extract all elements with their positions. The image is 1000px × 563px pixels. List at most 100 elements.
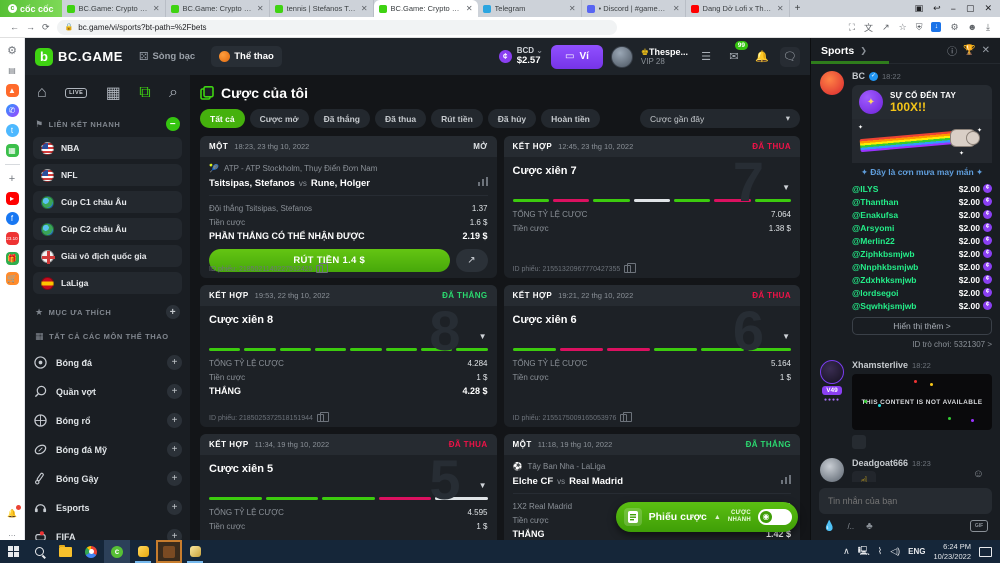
filter-pill[interactable]: Rút tiền <box>431 109 483 128</box>
match-row[interactable]: Elche CFvsReal Madrid <box>513 475 792 494</box>
bookmark-star-icon[interactable]: ☆ <box>899 22 907 33</box>
sidebar-quick-link[interactable]: Cúp C2 châu Âu <box>33 218 182 240</box>
translate-icon[interactable]: 文 <box>864 21 873 34</box>
browser-tab[interactable]: BC.Game: Crypto Casino✕ <box>62 0 166 17</box>
balance-selector[interactable]: ¢ BCD ⌄ $2.57 <box>499 47 543 66</box>
filter-pill[interactable]: Đã thắng <box>314 109 370 128</box>
microphone-icon[interactable]: ⌇ <box>878 546 882 557</box>
coccoc-taskbar-icon[interactable]: c <box>104 540 130 563</box>
sidebar-quick-link[interactable]: LaLiga <box>33 272 182 294</box>
browser-settings-gear-icon[interactable]: ⚙ <box>6 44 19 57</box>
copy-icon[interactable] <box>624 265 631 273</box>
lucky-clover-icon[interactable]: ♣ <box>866 521 873 532</box>
chrome-icon[interactable] <box>78 540 104 563</box>
expand-sport-button[interactable]: + <box>167 471 182 486</box>
match-stats-icon[interactable] <box>478 177 488 189</box>
chat-username[interactable]: BC <box>852 71 865 81</box>
tab-close-icon[interactable]: ✕ <box>569 4 576 13</box>
user-avatar[interactable] <box>820 360 844 384</box>
file-explorer-icon[interactable] <box>52 540 78 563</box>
back-button[interactable]: ← <box>10 22 19 32</box>
my-bets-icon[interactable]: ⧉ <box>139 84 150 102</box>
bet-card[interactable]: KẾT HỢP19:21, 22 thg 10, 2022ĐÃ THUACược… <box>504 285 801 427</box>
search-icon[interactable]: ⌕ <box>169 84 178 102</box>
adblock-shield-icon[interactable]: ⛨ <box>916 22 923 33</box>
browser-tab[interactable]: BC.Game: Crypto Casino✕ <box>166 0 270 17</box>
user-avatar[interactable] <box>820 458 844 482</box>
sidebar-quick-link[interactable]: Giải vô địch quốc gia <box>33 245 182 267</box>
browser-tab[interactable]: tennis | Stefanos Tsitsipa✕ <box>270 0 374 17</box>
chat-room-tab[interactable]: Sports <box>821 45 854 57</box>
sidebar-sport-basketball[interactable]: Bóng rổ+ <box>33 406 182 435</box>
add-shortcut-icon[interactable]: + <box>6 172 19 185</box>
sidebar-sport-football[interactable]: Bóng đá+ <box>33 348 182 377</box>
taskbar-search-button[interactable] <box>26 540 52 563</box>
sidebar-sport-amfootball[interactable]: Bóng đá Mỹ+ <box>33 435 182 464</box>
expand-caret-icon[interactable]: ▼ <box>782 332 790 341</box>
expand-sport-button[interactable]: + <box>167 529 182 540</box>
expand-sport-button[interactable]: + <box>167 413 182 428</box>
expand-caret-icon[interactable]: ▼ <box>782 183 790 192</box>
language-indicator[interactable]: ENG <box>908 547 925 556</box>
copy-icon[interactable] <box>317 414 324 422</box>
shopping-cart-icon[interactable]: 🛒 <box>6 272 19 285</box>
tab-close-icon[interactable]: ✕ <box>777 4 784 13</box>
sidebar-sport-cricket[interactable]: Bóng Gậy+ <box>33 464 182 493</box>
promo-card[interactable]: ✦ SỰ CỐ ĐẾN TAY 100X!! <box>852 85 992 119</box>
trophy-icon[interactable]: 🏆 <box>963 45 975 56</box>
gift-icon[interactable]: 🎁 <box>6 252 19 265</box>
active-app-icon[interactable] <box>156 540 182 563</box>
tab-close-icon[interactable]: ✕ <box>257 4 264 13</box>
bet-card[interactable]: MỘT18:23, 23 thg 10, 2022MỞ🎾ATP - ATP St… <box>200 136 497 278</box>
add-favorite-button[interactable]: + <box>166 305 180 319</box>
copy-icon[interactable] <box>620 414 627 422</box>
notifications-bell-icon[interactable]: 🔔 <box>6 507 19 520</box>
profile-icon[interactable]: ☻ <box>968 22 977 32</box>
downloads-tray-icon[interactable]: ⤓ <box>986 22 990 33</box>
collapse-quick-links-button[interactable]: − <box>166 117 180 131</box>
bell-icon[interactable]: 🔔 <box>752 47 772 67</box>
download-manager-icon[interactable]: ↓ <box>931 22 941 32</box>
quick-bet-toggle[interactable]: ◉ <box>758 509 792 525</box>
filter-pill[interactable]: Cược mở <box>250 109 309 128</box>
game-id-link[interactable]: ID trò chơi: 5321307 > <box>852 335 992 351</box>
winner-username[interactable]: @Zdxhkksmjwb <box>852 275 917 285</box>
clock[interactable]: 6:24 PM 10/23/2022 <box>933 542 971 561</box>
bet-card[interactable]: KẾT HỢP19:53, 22 thg 10, 2022ĐÃ THẮNGCượ… <box>200 285 497 427</box>
tab-close-icon[interactable]: ✕ <box>673 4 680 13</box>
wallet-button[interactable]: ▭ Ví <box>551 45 603 69</box>
reload-button[interactable]: ⟳ <box>42 22 50 33</box>
browser-tab[interactable]: Dang Dở Lofi x Thời tình✕ <box>686 0 790 17</box>
chat-toggle-icon[interactable]: 🗨 <box>780 47 800 67</box>
bet-card[interactable]: KẾT HỢP11:34, 19 thg 10, 2022ĐÃ THUACược… <box>200 434 497 540</box>
share-icon[interactable]: ↗ <box>882 22 890 33</box>
winner-username[interactable]: @Sqwhkjsmjwb <box>852 301 917 311</box>
chat-messages[interactable]: BC ✓ 18:22 ✦ SỰ CỐ ĐẾN TAY 100X!! ✦ ✦ <box>811 64 1000 482</box>
sidebar-quick-link[interactable]: NFL <box>33 164 182 186</box>
new-tab-button[interactable]: + <box>790 0 806 17</box>
sidebar-toggle-icon[interactable]: ▣ <box>915 3 924 14</box>
live-icon[interactable]: LIVE <box>65 88 87 98</box>
volume-icon[interactable]: ◁) <box>890 546 900 557</box>
chat-info-icon[interactable]: ⓘ <box>947 43 957 58</box>
expand-sport-button[interactable]: + <box>167 500 182 515</box>
nav-sports[interactable]: Thể thao <box>211 46 282 67</box>
expand-caret-icon[interactable]: ▼ <box>479 481 487 490</box>
network-icon[interactable]: 🖳 <box>858 544 870 560</box>
minimize-button[interactable]: − <box>951 4 956 14</box>
twitter-icon[interactable]: t <box>6 124 19 137</box>
chat-input[interactable] <box>819 488 992 514</box>
winner-username[interactable]: @Thanthan <box>852 197 899 207</box>
chat-close-icon[interactable]: ✕ <box>982 45 990 56</box>
pinned-app-icon[interactable] <box>130 540 156 563</box>
calendar-sale-icon[interactable]: 23.10 <box>6 232 19 245</box>
home-icon[interactable]: ⌂ <box>37 84 47 102</box>
browser-tab[interactable]: Telegram✕ <box>478 0 582 17</box>
forward-button[interactable]: → <box>26 22 35 32</box>
show-more-button[interactable]: Hiển thị thêm > <box>852 317 992 335</box>
tab-close-icon[interactable]: ✕ <box>466 4 473 13</box>
more-options-icon[interactable]: … <box>6 527 19 540</box>
screenshot-icon[interactable]: ⛶ <box>849 22 855 33</box>
chat-username[interactable]: Deadgoat666 <box>852 458 908 468</box>
match-row[interactable]: Tsitsipas, StefanosvsRune, Holger <box>209 177 488 196</box>
